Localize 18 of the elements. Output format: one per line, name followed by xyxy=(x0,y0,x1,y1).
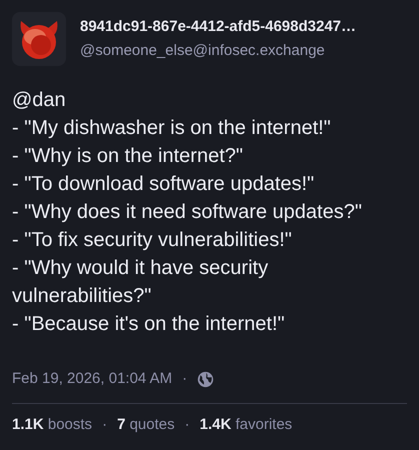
post-text-line: - "To download software updates!" xyxy=(12,172,316,197)
stat-link[interactable]: 7 quotes xyxy=(117,414,175,436)
post-text-line: - "Why does it need software updates?" xyxy=(12,200,363,225)
separator-dot: · xyxy=(182,369,188,389)
post-text-line: - "My dishwasher is on the internet!" xyxy=(12,116,332,141)
display-name[interactable]: 8941dc91-867e-4412-afd5-4698d3247… xyxy=(80,16,356,38)
post-timestamp[interactable]: Feb 19, 2026, 01:04 AM xyxy=(12,368,172,390)
stat-link[interactable]: 1.1K boosts xyxy=(12,414,92,436)
post-text-line: - "Because it's on the internet!" xyxy=(12,312,286,337)
separator-dot: · xyxy=(102,414,108,434)
post-text-line: - "Why would it have security vulnerabilities?" xyxy=(12,256,270,309)
post-text-line: @dan xyxy=(12,88,67,113)
stat-link[interactable]: 1.4K favorites xyxy=(200,414,292,436)
post-text-line: - "To fix security vulnerabilities!" xyxy=(12,228,293,253)
account-handle[interactable]: @someone_else@infosec.exchange xyxy=(80,40,356,62)
separator-dot: · xyxy=(184,414,190,434)
post-text-line: - "Why is on the internet?" xyxy=(12,144,244,169)
avatar-icon[interactable] xyxy=(12,12,66,66)
